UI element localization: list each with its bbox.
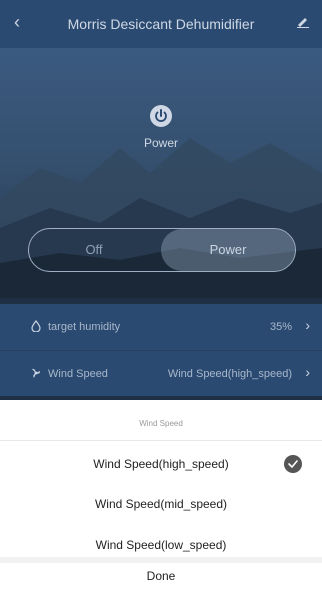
done-button[interactable]: Done — [0, 563, 322, 589]
wind-speed-label: Wind Speed — [48, 368, 108, 380]
option-label: Wind Speed(low_speed) — [95, 538, 227, 552]
sheet-title: Wind Speed — [139, 419, 183, 428]
option-label: Wind Speed(mid_speed) — [94, 497, 228, 511]
toggle-power-option[interactable]: Power — [161, 229, 295, 271]
power-toggle[interactable]: Off Power — [28, 228, 296, 272]
pencil-icon[interactable] — [296, 14, 310, 28]
header-bar: ‹ Morris Desiccant Dehumidifier — [0, 0, 322, 48]
target-humidity-value: 35% — [269, 321, 292, 333]
check-icon — [284, 455, 302, 473]
wind-speed-row[interactable]: Wind Speed Wind Speed(high_speed) › — [0, 350, 322, 396]
power-label: Power — [143, 136, 178, 150]
water-drop-icon — [31, 320, 41, 332]
target-humidity-label: target humidity — [48, 321, 121, 333]
divider — [0, 440, 322, 441]
toggle-off-option[interactable]: Off — [29, 229, 159, 271]
option-mid-speed[interactable]: Wind Speed(mid_speed) — [0, 485, 322, 523]
fan-icon — [32, 368, 40, 378]
option-high-speed[interactable]: Wind Speed(high_speed) — [0, 445, 322, 483]
target-humidity-row[interactable]: target humidity 35% › — [0, 304, 322, 350]
option-label: Wind Speed(high_speed) — [93, 457, 229, 471]
wind-speed-value: Wind Speed(high_speed) — [167, 368, 292, 380]
chevron-right-icon: › — [305, 364, 310, 380]
device-panel: Power Off Power — [0, 48, 322, 298]
page-title: Morris Desiccant Dehumidifier — [67, 16, 255, 32]
power-icon[interactable] — [150, 105, 172, 127]
chevron-right-icon: › — [305, 317, 310, 333]
